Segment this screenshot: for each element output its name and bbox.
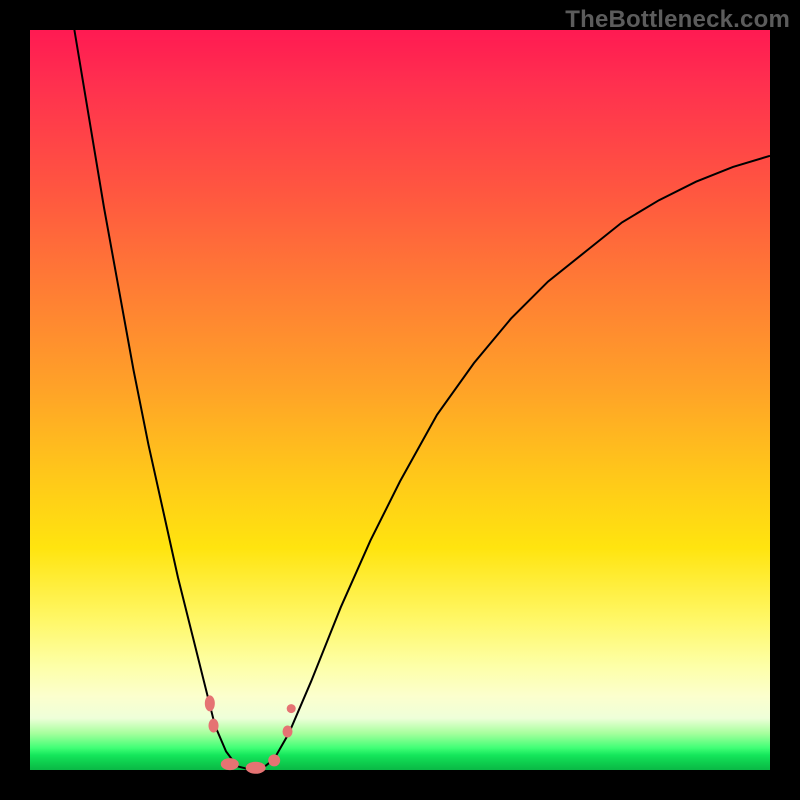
curve-marker: [246, 762, 266, 774]
chart-stage: TheBottleneck.com: [0, 0, 800, 800]
bottleneck-curve: [74, 30, 770, 770]
curve-marker: [209, 719, 219, 733]
curve-marker: [287, 704, 296, 713]
curve-marker: [221, 758, 239, 770]
curve-marker: [268, 754, 280, 766]
curve-marker: [205, 695, 215, 711]
plot-overlay-svg: [30, 30, 770, 770]
curve-marker: [283, 726, 293, 738]
